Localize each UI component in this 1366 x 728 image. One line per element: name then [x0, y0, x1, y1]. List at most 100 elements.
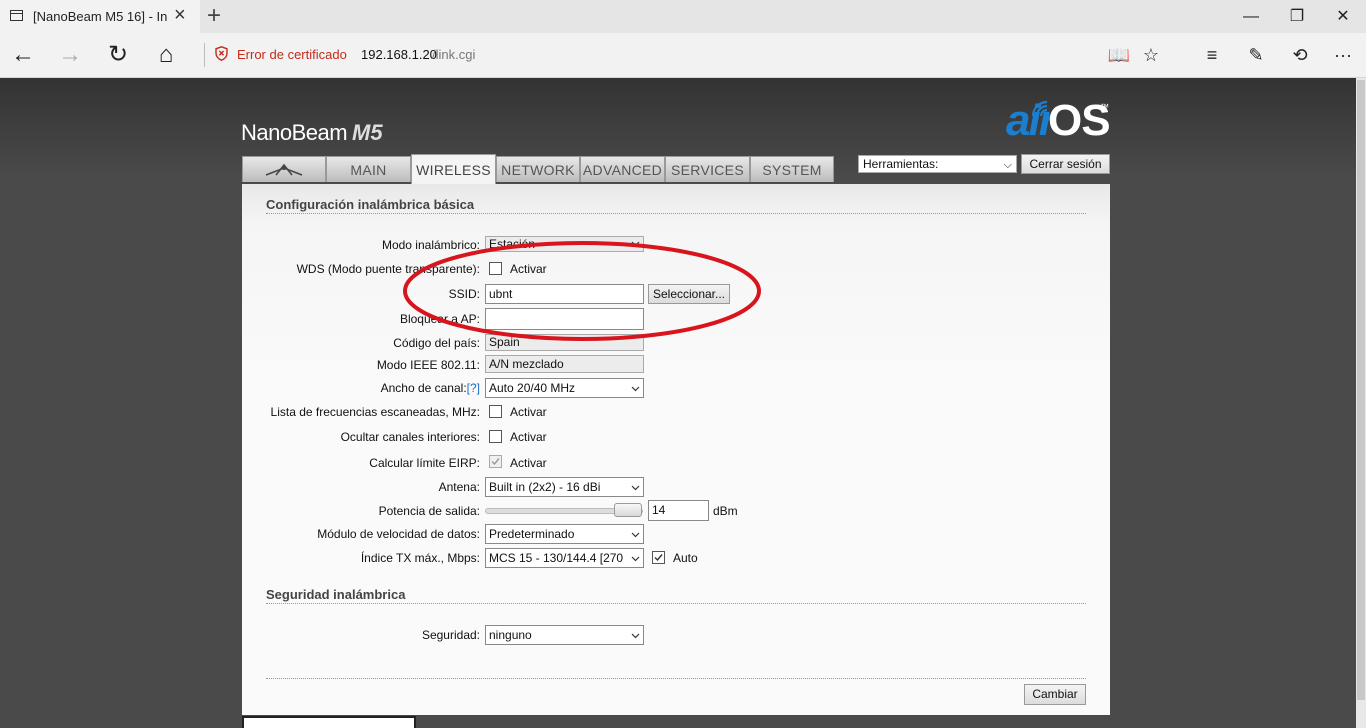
close-window-icon[interactable]: ✕ [1320, 0, 1366, 33]
antenna-select[interactable]: Built in (2x2) - 16 dBi [485, 477, 644, 497]
channel-width-label-text: Ancho de canal: [380, 381, 467, 395]
rate-module-select[interactable]: Predeterminado [485, 524, 644, 544]
url-host[interactable]: 192.168.1.20 [361, 47, 437, 62]
trademark-mark: ™ [1100, 102, 1109, 112]
page-content: NanoBeam M5 air OS ™ MAIN WIRELESS NETWO… [0, 78, 1366, 728]
scrollbar-thumb[interactable] [1357, 80, 1365, 700]
max-tx-rate-label: Índice TX máx., Mbps: [360, 551, 480, 565]
auto-rate-checkbox-label: Auto [673, 551, 698, 565]
more-icon[interactable]: ··· [1328, 41, 1358, 69]
ieee-mode-field[interactable]: A/N mezclado [485, 355, 644, 373]
eirp-label: Calcular límite EIRP: [369, 456, 480, 470]
favorite-star-icon[interactable]: ☆ [1136, 41, 1166, 69]
security-label: Seguridad: [421, 628, 480, 642]
refresh-icon[interactable]: ↻ [103, 40, 133, 70]
logout-button[interactable]: Cerrar sesión [1021, 154, 1110, 174]
tab-services[interactable]: SERVICES [665, 156, 750, 182]
shield-warning-icon[interactable] [215, 46, 228, 61]
hide-channels-label: Ocultar canales interiores: [340, 430, 480, 444]
checkmark-icon [491, 458, 500, 466]
web-note-icon[interactable]: ✎ [1241, 41, 1271, 69]
output-power-label: Potencia de salida: [378, 504, 480, 518]
select-ssid-button[interactable]: Seleccionar... [648, 284, 730, 304]
ieee-mode-label: Modo IEEE 802.11: [376, 358, 480, 372]
home-icon[interactable]: ⌂ [151, 40, 181, 70]
wireless-mode-select[interactable]: Estación [485, 236, 644, 252]
certificate-error-label[interactable]: Error de certificado [237, 47, 347, 62]
security-select[interactable]: ninguno [485, 625, 644, 645]
product-logo: NanoBeam [241, 120, 348, 145]
tools-dropdown[interactable]: Herramientas: ⌵ [858, 155, 1017, 173]
lock-ap-label: Bloquear a AP: [399, 312, 480, 326]
country-code-field[interactable]: Spain [485, 334, 644, 351]
output-power-unit: dBm [713, 504, 738, 518]
security-value: ninguno [489, 628, 532, 642]
max-tx-rate-select[interactable]: MCS 15 - 130/144.4 [270 [485, 548, 644, 568]
hub-icon[interactable]: ≡ [1197, 41, 1227, 69]
lock-ap-input[interactable] [485, 308, 644, 330]
tab-main[interactable]: MAIN [326, 156, 411, 182]
chevron-down-icon [631, 485, 640, 491]
output-power-slider-handle[interactable] [614, 503, 642, 517]
channel-width-value: Auto 20/40 MHz [489, 381, 576, 395]
browser-tab-bar: [NanoBeam M5 16] - In × + — ❐ ✕ [0, 0, 1366, 33]
tab-wireless[interactable]: WIRELESS [411, 154, 496, 184]
address-bar: ← → ↻ ⌂ Error de certificado 192.168.1.2… [0, 33, 1366, 78]
freq-list-label: Lista de frecuencias escaneadas, MHz: [270, 405, 480, 419]
output-power-input[interactable]: 14 [648, 500, 709, 521]
airos-logo-air: air [1006, 96, 1056, 145]
minimize-icon[interactable]: — [1228, 0, 1274, 33]
auto-rate-checkbox[interactable] [652, 551, 665, 564]
close-tab-icon[interactable]: × [174, 5, 186, 25]
ubiquiti-dish-icon [265, 163, 303, 176]
tab-ubiquiti-logo[interactable] [242, 156, 326, 182]
channel-width-select[interactable]: Auto 20/40 MHz [485, 378, 644, 398]
apply-button[interactable]: Cambiar [1024, 684, 1086, 705]
checkmark-icon [654, 554, 663, 562]
chevron-down-icon [631, 633, 640, 639]
wds-checkbox[interactable] [489, 262, 502, 275]
ssid-input[interactable]: ubnt [485, 284, 644, 304]
hide-channels-checkbox[interactable] [489, 430, 502, 443]
chevron-down-icon [631, 241, 640, 247]
eirp-checkbox[interactable] [489, 455, 502, 468]
basic-wireless-section-title: Configuración inalámbrica básica [266, 197, 475, 212]
channel-width-help-link[interactable]: [?] [467, 381, 480, 395]
country-code-label: Código del país: [393, 336, 480, 350]
reading-view-icon[interactable]: 📖 [1104, 41, 1134, 69]
freq-list-checkbox-label: Activar [510, 405, 547, 419]
share-icon[interactable]: ⟲ [1285, 41, 1315, 69]
back-icon[interactable]: ← [8, 40, 38, 70]
wireless-mode-label: Modo inalámbrico: [381, 238, 480, 252]
hide-channels-checkbox-label: Activar [510, 430, 547, 444]
wireless-mode-value: Estación [489, 237, 536, 251]
tab-system[interactable]: SYSTEM [750, 156, 834, 182]
tab-network[interactable]: NETWORK [496, 156, 580, 182]
wireless-security-section-title: Seguridad inalámbrica [266, 587, 406, 602]
forward-icon[interactable]: → [55, 40, 85, 70]
chevron-down-icon [631, 386, 640, 392]
tab-advanced[interactable]: ADVANCED [580, 156, 665, 182]
max-tx-rate-value: MCS 15 - 130/144.4 [270 [489, 551, 624, 565]
restore-icon[interactable]: ❐ [1274, 0, 1320, 33]
rate-module-value: Predeterminado [489, 527, 575, 541]
chevron-down-icon [631, 554, 640, 563]
footer-divider [266, 678, 1086, 679]
settings-panel: Configuración inalámbrica básica Modo in… [242, 184, 1110, 715]
chevron-down-icon [631, 532, 640, 538]
wds-checkbox-label: Activar [510, 262, 547, 276]
new-tab-icon[interactable]: + [207, 2, 221, 30]
footer-badge [242, 716, 416, 728]
page-icon [10, 10, 23, 21]
freq-list-checkbox[interactable] [489, 405, 502, 418]
section-divider [266, 213, 1086, 214]
browser-tab[interactable]: [NanoBeam M5 16] - In × [0, 0, 200, 33]
scrollbar[interactable] [1356, 78, 1366, 728]
channel-width-label: Ancho de canal:[?] [381, 381, 480, 395]
url-path[interactable]: /link.cgi [432, 47, 475, 62]
ssid-label: SSID: [448, 287, 480, 301]
antenna-label: Antena: [438, 480, 480, 494]
eirp-checkbox-label: Activar [510, 456, 547, 470]
tools-dropdown-value: Herramientas: [863, 157, 939, 171]
rate-module-label: Módulo de velocidad de datos: [317, 527, 480, 541]
